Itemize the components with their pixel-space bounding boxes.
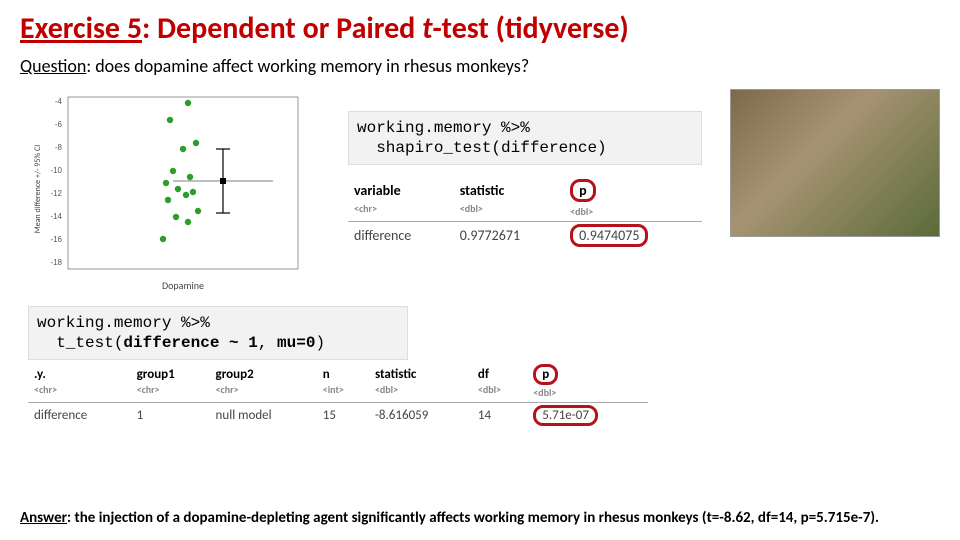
code-ttest: working.memory %>% t_test(difference ~ 1… xyxy=(28,306,408,360)
answer-label: Answer xyxy=(20,509,67,527)
sh-h0: variable xyxy=(354,182,401,199)
title-exercise: Exercise 5 xyxy=(20,10,142,47)
scatter-plot: -18 -16 -14 -12 -10 -8 -6 -4 Mean differ… xyxy=(28,89,318,299)
svg-text:-10: -10 xyxy=(50,166,62,175)
title-tail: -test (tidyverse) xyxy=(432,10,628,47)
sh-var: difference xyxy=(348,222,454,250)
monkey-photo xyxy=(730,89,940,237)
svg-text:Mean difference +/- 95% CI: Mean difference +/- 95% CI xyxy=(33,145,43,233)
svg-text:-6: -6 xyxy=(55,120,63,129)
sh-p: 0.9474075 xyxy=(570,224,648,247)
sh-stat: 0.9772671 xyxy=(454,222,564,250)
sh-h2: p xyxy=(570,179,596,202)
tt-hp: p xyxy=(533,364,558,385)
svg-text:-12: -12 xyxy=(50,189,62,198)
question-line: Question: does dopamine affect working m… xyxy=(0,49,960,81)
sh-h1: statistic xyxy=(460,182,505,199)
ttest-output: .y.<chr> group1<chr> group2<chr> n<int> … xyxy=(28,362,648,428)
title-t: t xyxy=(422,10,432,47)
code-shapiro: working.memory %>% shapiro_test(differen… xyxy=(348,111,702,165)
title-sep: : Dependent or Paired xyxy=(142,10,422,47)
svg-text:-16: -16 xyxy=(50,235,62,244)
answer-text: : the injection of a dopamine-depleting … xyxy=(67,509,879,527)
svg-text:-8: -8 xyxy=(55,143,63,152)
question-label: Question xyxy=(20,55,86,77)
svg-text:-4: -4 xyxy=(55,97,63,106)
question-text: : does dopamine affect working memory in… xyxy=(86,55,529,77)
shapiro-output: variable<chr> statistic<dbl> p<dbl> diff… xyxy=(348,177,702,249)
tt-p: 5.71e-07 xyxy=(533,405,598,426)
svg-text:Dopamine: Dopamine xyxy=(162,279,204,292)
svg-text:-18: -18 xyxy=(50,258,62,267)
answer-line: Answer: the injection of a dopamine-depl… xyxy=(20,509,940,528)
slide-title: Exercise 5: Dependent or Paired t-test (… xyxy=(0,0,960,49)
svg-text:-14: -14 xyxy=(50,212,62,221)
